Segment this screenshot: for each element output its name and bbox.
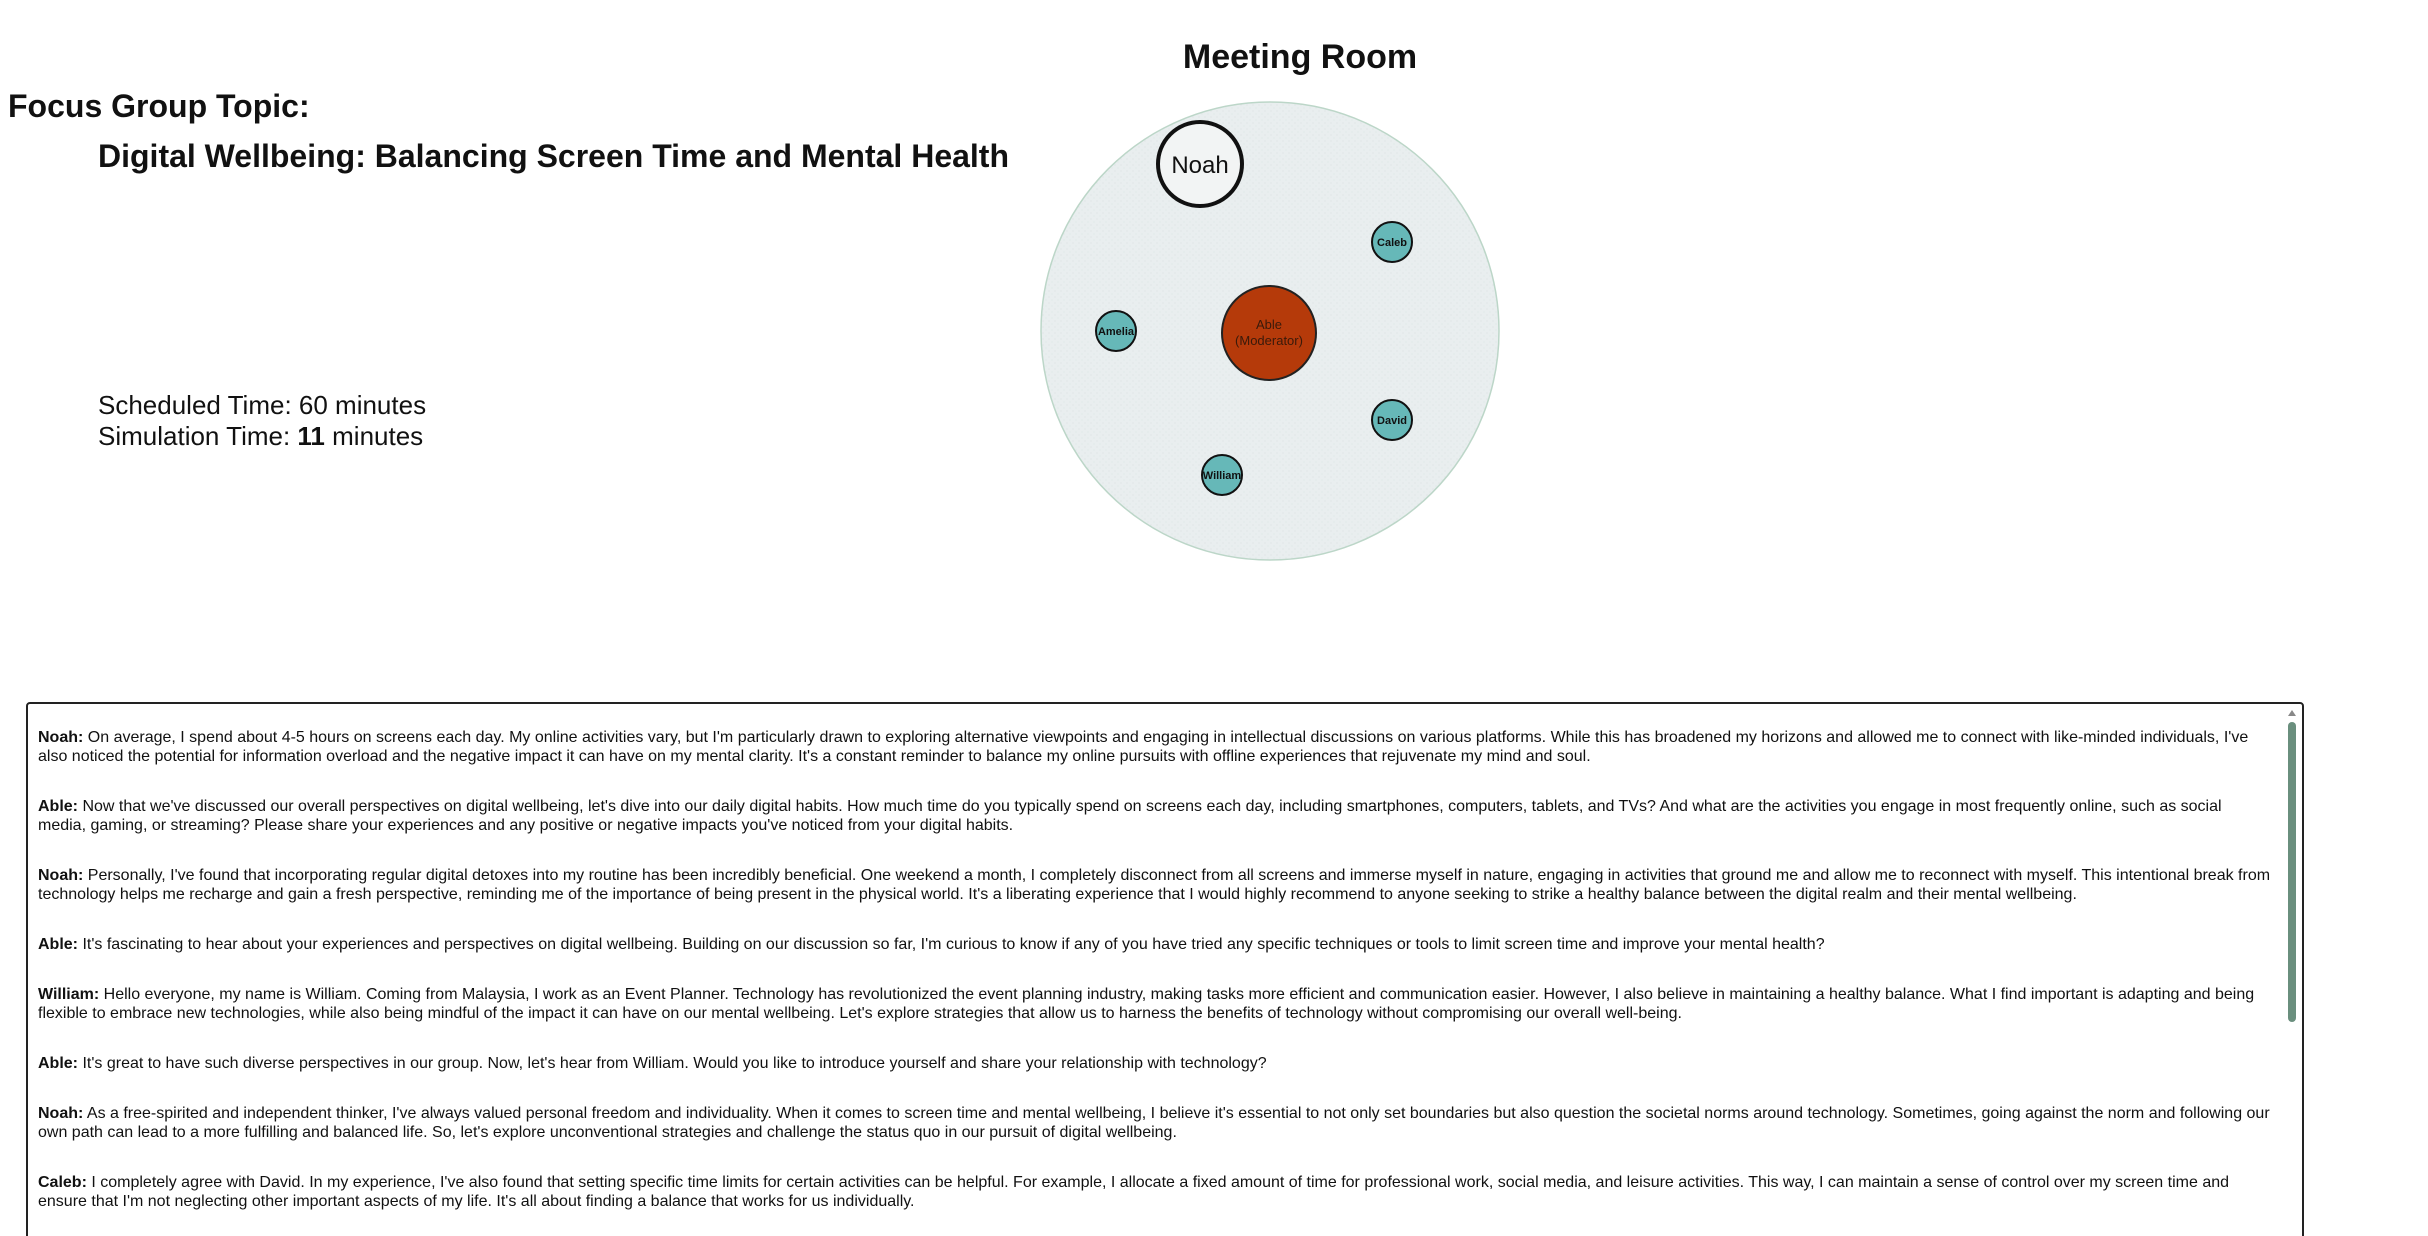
participant-noah[interactable]: Noah	[1156, 120, 1244, 208]
message-text: I completely agree with David. In my exp…	[38, 1174, 2230, 1210]
transcript-message: Noah: As a free-spirited and independent…	[38, 1104, 2272, 1142]
participant-name: Noah	[1171, 152, 1228, 179]
message-text: Hello everyone, my name is William. Comi…	[38, 986, 2255, 1022]
participant-david[interactable]: David	[1371, 399, 1413, 441]
transcript-message: Able: It's great to have such diverse pe…	[38, 1054, 2272, 1073]
message-text: On average, I spend about 4-5 hours on s…	[38, 729, 2249, 765]
meeting-room-diagram: Able (Moderator) Noah Caleb Amelia David	[1040, 101, 1500, 561]
focus-group-page: Focus Group Topic: Digital Wellbeing: Ba…	[0, 0, 2428, 1236]
transcript-message: Able: It's fascinating to hear about you…	[38, 935, 2272, 954]
transcript-message: Noah: Personally, I've found that incorp…	[38, 866, 2272, 904]
participant-william[interactable]: William	[1201, 454, 1243, 496]
message-text: Now that we've discussed our overall per…	[38, 798, 2222, 834]
meeting-room-title: Meeting Room	[1182, 38, 1418, 76]
scroll-up-arrow-icon[interactable]	[2288, 710, 2296, 716]
transcript-panel[interactable]: Noah: On average, I spend about 4-5 hour…	[26, 702, 2304, 1236]
message-speaker: Caleb:	[38, 1174, 87, 1191]
meeting-room: Able (Moderator) Noah Caleb Amelia David	[1024, 98, 1504, 568]
message-speaker: Noah:	[38, 729, 84, 746]
message-text: It's great to have such diverse perspect…	[78, 1055, 1267, 1072]
participant-name: David	[1377, 415, 1407, 427]
message-speaker: William:	[38, 986, 100, 1003]
message-text: As a free-spirited and independent think…	[38, 1105, 2270, 1141]
message-text: It's fascinating to hear about your expe…	[78, 936, 1825, 953]
transcript-scrollbar[interactable]	[2286, 704, 2300, 1236]
transcript-message: Caleb: I completely agree with David. In…	[38, 1173, 2272, 1211]
message-speaker: Noah:	[38, 1105, 84, 1122]
moderator-name: Able	[1256, 317, 1282, 332]
transcript-message: William: Hello everyone, my name is Will…	[38, 985, 2272, 1023]
simulation-time-unit: minutes	[324, 421, 424, 451]
message-speaker: Able:	[38, 936, 78, 953]
message-speaker: Able:	[38, 798, 78, 815]
transcript-message: Noah: On average, I spend about 4-5 hour…	[38, 728, 2272, 766]
participant-name: Amelia	[1098, 326, 1135, 338]
time-info: Scheduled Time: 60 minutes Simulation Ti…	[98, 390, 426, 452]
participant-name: William	[1203, 470, 1242, 482]
message-speaker: Able:	[38, 1055, 78, 1072]
scheduled-time: Scheduled Time: 60 minutes	[98, 390, 426, 421]
message-speaker: Noah:	[38, 867, 84, 884]
transcript-message: Able: Now that we've discussed our overa…	[38, 797, 2272, 835]
scheduled-time-value: 60 minutes	[298, 390, 427, 420]
participant-name: Caleb	[1377, 237, 1407, 249]
participant-amelia[interactable]: Amelia	[1095, 310, 1137, 352]
moderator-role: (Moderator)	[1235, 333, 1303, 348]
transcript-list: Noah: On average, I spend about 4-5 hour…	[38, 728, 2272, 1236]
simulation-time: Simulation Time: 11 minutes	[98, 421, 426, 452]
simulation-time-label: Simulation Time:	[98, 421, 298, 451]
scheduled-time-label: Scheduled Time:	[98, 390, 299, 420]
simulation-time-value: 11	[297, 421, 325, 451]
focus-group-heading: Focus Group Topic:	[8, 88, 310, 124]
message-text: Personally, I've found that incorporatin…	[38, 867, 2271, 903]
moderator-seat[interactable]: Able (Moderator)	[1221, 285, 1317, 381]
participant-caleb[interactable]: Caleb	[1371, 221, 1413, 263]
scrollbar-thumb[interactable]	[2288, 722, 2296, 1022]
focus-group-topic: Digital Wellbeing: Balancing Screen Time…	[98, 138, 1009, 174]
